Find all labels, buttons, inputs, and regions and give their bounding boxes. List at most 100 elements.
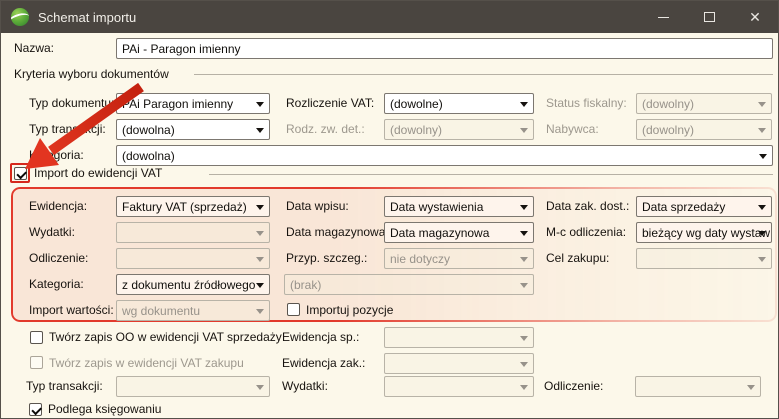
data-magazynowa-dropdown[interactable]: Data magazynowa: [384, 222, 534, 243]
rozliczenie-vat-label: Rozliczenie VAT:: [286, 93, 374, 114]
window-title: Schemat importu: [38, 10, 136, 25]
ewidencja-sp-dropdown: [384, 327, 534, 348]
kategoria-dodatkowa-value: (brak): [290, 276, 321, 294]
annotation-checkbox-outline: [10, 163, 30, 183]
przyp-szczeg-value: nie dotyczy: [390, 250, 450, 268]
cel-zakupu-dropdown: [636, 248, 772, 269]
rozliczenie-vat-value: (dowolne): [390, 95, 443, 113]
window-controls: ✕: [640, 1, 778, 33]
kategoria-value: (dowolna): [122, 147, 175, 165]
nabywca-dropdown: (dowolny): [636, 119, 772, 140]
maximize-button[interactable]: [686, 1, 732, 33]
data-zak-dost-label: Data zak. dost.:: [546, 196, 629, 217]
typ-transakcji-dropdown[interactable]: (dowolna): [116, 119, 270, 140]
schemat-importu-dialog: Schemat importu ✕ Nazwa: Kryteria wyboru…: [0, 0, 779, 419]
chevron-down-icon: [758, 231, 766, 236]
data-zak-dost-dropdown[interactable]: Data sprzedaży: [636, 196, 772, 217]
import-vat-checkbox-label: Import do ewidencji VAT: [34, 163, 162, 184]
close-button[interactable]: ✕: [732, 1, 778, 33]
odliczenie-zapis-label: Odliczenie:: [544, 376, 603, 397]
ewidencja-value: Faktury VAT (sprzedaż): [122, 198, 247, 216]
importuj-pozycje-label: Importuj pozycje: [306, 300, 393, 321]
kategoria-vat-dropdown[interactable]: z dokumentu źródłowego: [116, 274, 270, 295]
data-wpisu-label: Data wpisu:: [286, 196, 349, 217]
odliczenie-zapis-dropdown: [635, 376, 761, 397]
mc-odliczenia-value: bieżący wg daty wystaw: [642, 224, 770, 242]
chevron-down-icon: [758, 128, 766, 133]
chevron-down-icon: [256, 309, 264, 314]
ewidencja-label: Ewidencja:: [29, 196, 87, 217]
chevron-down-icon: [520, 385, 528, 390]
chevron-down-icon: [520, 257, 528, 262]
nabywca-value: (dowolny): [642, 121, 694, 139]
chevron-down-icon: [520, 102, 528, 107]
nazwa-label: Nazwa:: [14, 38, 54, 59]
tworz-zapis-oo-label: Twórz zapis OO w ewidencji VAT sprzedaży: [49, 327, 282, 348]
mc-odliczenia-label: M-c odliczenia:: [546, 222, 626, 243]
typ-dokumentu-dropdown[interactable]: PAi Paragon imienny: [116, 93, 270, 114]
kryteria-section-title: Kryteria wyboru dokumentów: [14, 64, 169, 85]
przyp-szczeg-label: Przyp. szczeg.:: [286, 248, 367, 269]
tworz-zapis-oo-checkbox[interactable]: [30, 331, 43, 344]
chevron-down-icon: [520, 205, 528, 210]
import-wartosci-dropdown: wg dokumentu: [116, 300, 270, 321]
typ-dokumentu-label: Typ dokumentu:: [29, 93, 114, 114]
kategoria-dodatkowa-dropdown: (brak): [284, 274, 534, 295]
ewidencja-dropdown[interactable]: Faktury VAT (sprzedaż): [116, 196, 270, 217]
rodz-zw-det-label: Rodz. zw. det.:: [286, 119, 365, 140]
typ-dokumentu-value: PAi Paragon imienny: [122, 95, 233, 113]
nazwa-input[interactable]: [116, 38, 773, 59]
kategoria-dropdown[interactable]: (dowolna): [116, 145, 773, 166]
przyp-szczeg-dropdown: nie dotyczy: [384, 248, 534, 269]
ewidencja-zak-label: Ewidencja zak.:: [282, 353, 365, 374]
ewidencja-sp-label: Ewidencja sp.:: [282, 327, 359, 348]
app-logo-icon: [11, 8, 29, 26]
chevron-down-icon: [256, 385, 264, 390]
data-wpisu-dropdown[interactable]: Data wystawienia: [384, 196, 534, 217]
maximize-icon: [704, 12, 715, 22]
chevron-down-icon: [256, 257, 264, 262]
typ-transakcji-zapis-label: Typ transakcji:: [26, 376, 103, 397]
chevron-down-icon: [256, 283, 264, 288]
tworz-zapis-zakup-checkbox: [30, 356, 43, 369]
chevron-down-icon: [520, 231, 528, 236]
rozliczenie-vat-dropdown[interactable]: (dowolne): [384, 93, 534, 114]
chevron-down-icon: [759, 154, 767, 159]
chevron-down-icon: [758, 257, 766, 262]
podlega-ksiegowaniu-label: Podlega księgowaniu: [48, 399, 161, 419]
data-wpisu-value: Data wystawienia: [390, 198, 483, 216]
chevron-down-icon: [758, 205, 766, 210]
status-fiskalny-dropdown: (dowolny): [636, 93, 772, 114]
wydatki-zapis-label: Wydatki:: [282, 376, 328, 397]
ewidencja-zak-dropdown: [384, 353, 534, 374]
kategoria-vat-label: Kategoria:: [29, 274, 84, 295]
wydatki-zapis-dropdown: [384, 376, 534, 397]
chevron-down-icon: [520, 362, 528, 367]
typ-transakcji-label: Typ transakcji:: [29, 119, 106, 140]
chevron-down-icon: [747, 385, 755, 390]
minimize-icon: [658, 17, 669, 18]
nabywca-label: Nabywca:: [546, 119, 599, 140]
chevron-down-icon: [256, 231, 264, 236]
title-bar: Schemat importu ✕: [1, 1, 778, 33]
import-vat-section-divider: [209, 174, 773, 175]
chevron-down-icon: [256, 102, 264, 107]
wydatki-label: Wydatki:: [29, 222, 75, 243]
data-magazynowa-label: Data magazynowa:: [286, 222, 389, 243]
wydatki-dropdown: [116, 222, 270, 243]
import-wartosci-value: wg dokumentu: [122, 302, 200, 320]
rodz-zw-det-value: (dowolny): [390, 121, 442, 139]
minimize-button[interactable]: [640, 1, 686, 33]
import-wartosci-label: Import wartości:: [29, 300, 114, 321]
data-zak-dost-value: Data sprzedaży: [642, 198, 725, 216]
kategoria-vat-value: z dokumentu źródłowego: [122, 276, 255, 294]
tworz-zapis-zakup-label: Twórz zapis w ewidencji VAT zakupu: [49, 353, 244, 374]
mc-odliczenia-dropdown[interactable]: bieżący wg daty wystaw: [636, 222, 772, 243]
typ-transakcji-value: (dowolna): [122, 121, 175, 139]
odliczenie-dropdown: [116, 248, 270, 269]
chevron-down-icon: [256, 205, 264, 210]
podlega-ksiegowaniu-checkbox[interactable]: [29, 403, 42, 416]
status-fiskalny-value: (dowolny): [642, 95, 694, 113]
importuj-pozycje-checkbox[interactable]: [287, 303, 300, 316]
chevron-down-icon: [758, 102, 766, 107]
